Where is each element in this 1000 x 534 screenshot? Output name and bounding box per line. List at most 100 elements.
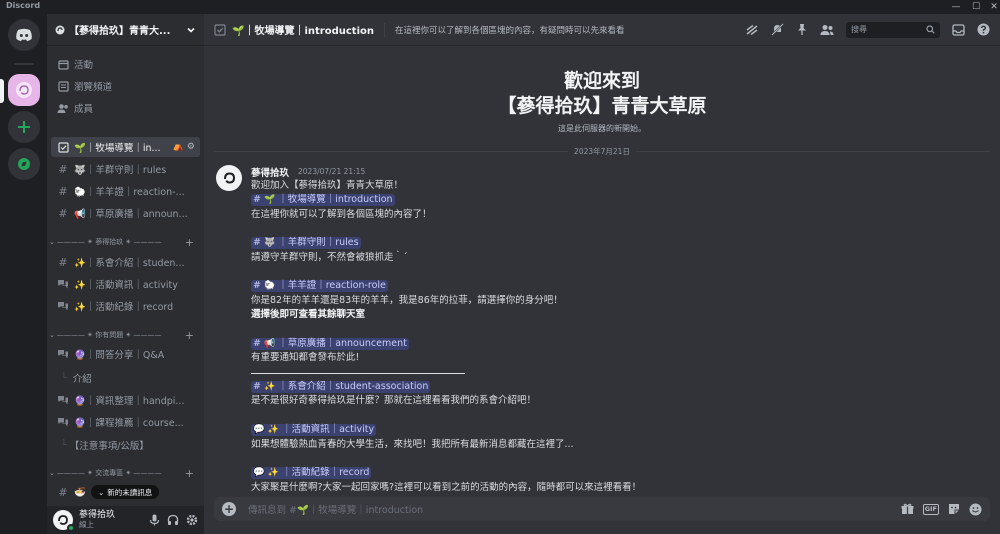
forum-channel-icon [56,395,70,406]
text-channel-icon: # [58,255,68,269]
close-icon[interactable]: ✕ [988,0,1000,14]
forum-mention[interactable]: 💬 ✨ ｜活動資訊｜activity [251,424,377,436]
gear-icon[interactable]: ⚙ [187,142,195,152]
inbox-icon[interactable] [952,23,965,36]
channel-mention[interactable]: # 🐑 ｜羊羊證｜reaction-role [251,280,388,292]
help-icon[interactable] [977,23,990,36]
gif-icon[interactable]: GIF [922,503,939,515]
channel-record[interactable]: ✨｜活動紀錄｜record [51,296,200,316]
new-unread-button[interactable]: ⌄ 新的未讀訊息 [91,485,160,499]
server-avatar-icon[interactable] [8,74,40,106]
message-line: 在這裡你就可以了解到各個區塊的內容了！ [251,209,432,220]
forum-channel-icon [56,417,70,428]
message-line-bold: 選擇後即可查看其餘聊天室 [251,309,366,320]
chevron-down-icon: ⌄ [49,331,55,339]
member-list-icon[interactable] [820,24,834,36]
message-composer[interactable]: + 傳訊息到 #🌱｜牧場導覽｜introduction GIF [214,497,990,521]
divider [383,22,385,37]
add-attachment-icon[interactable]: + [222,502,236,516]
channel-activity[interactable]: ✨｜活動資訊｜activity [51,274,200,294]
message-line: 大家聚是什麼啊?大家一起回家嗎?這裡可以看到之前的活動的內容，隨時都可以來這裡看… [251,482,642,493]
channel-header: 🌱｜牧場導覽｜introduction 在這裡你可以了解到各個區塊的內容，有疑問… [204,14,1000,46]
add-channel-icon[interactable]: + [185,329,194,342]
nav-browse-channels[interactable]: 瀏覽頻道 [51,76,200,96]
chevron-down-icon: ⌄ [49,469,55,477]
minimize-icon[interactable]: — [950,0,962,14]
category-header[interactable]: ⌄ ———— ✴ 你有問題 ✴ ———— + [49,328,200,342]
status-online-icon [67,524,75,532]
nav-members[interactable]: 成員 [51,98,200,118]
message-author[interactable]: 蔘得拾玖 [251,165,289,179]
app-name: Discord [6,1,41,10]
sticker-icon[interactable] [948,503,960,515]
window-title-bar: Discord — ☐ ✕ [0,0,1000,14]
nav-events[interactable]: 活動 [51,54,200,74]
text-channel-icon: # [58,206,68,220]
message-line: 有重要通知都會發布於此! [251,352,360,363]
maximize-icon[interactable]: ☐ [970,0,982,14]
invite-icon[interactable]: ⛺ [173,142,184,152]
channel-introduction[interactable]: 🌱｜牧場導覽｜in... ⛺ ⚙ [51,137,200,157]
message-line: 歡迎加入【蔘得拾玖】青青大草原！ [251,180,404,191]
chevron-down-icon: ⌄ [49,238,55,246]
thread-item[interactable]: └ 介紹 [61,371,92,386]
channel-mention[interactable]: # 🐺 ｜羊群守則｜rules [251,237,361,249]
server-header[interactable]: 【蔘得拾玖】青青大... [47,14,204,46]
forum-mention[interactable]: 💬 ✨ ｜活動紀錄｜record [251,467,372,479]
channel-title: 🌱｜牧場導覽｜introduction [232,26,374,37]
channel-qa[interactable]: 🔮｜問答分享｜Q&A [51,344,200,364]
add-channel-icon[interactable]: + [185,467,194,480]
text-channel-icon: # [58,162,68,176]
message-timestamp: 2023/07/21 21:15 [298,167,366,176]
channel-topic[interactable]: 在這裡你可以了解到各個區塊的內容，有疑問時可以先來看看 [395,24,625,36]
headphones-icon[interactable] [167,514,179,526]
discord-logo-icon[interactable] [8,19,40,51]
calendar-icon [56,59,70,70]
category-header[interactable]: ⌄ ———— ✴ 交流專區 ✴ ———— + [49,466,200,480]
add-channel-icon[interactable]: + [185,236,194,249]
threads-icon[interactable] [745,24,759,36]
microphone-icon[interactable] [149,514,160,526]
rail-separator [14,63,34,65]
members-icon [56,103,70,114]
discover-icon[interactable] [8,148,40,180]
message-line: 你是82年的羊羊還是83年的羊羊，我是86年的拉菲，請選擇你的身分吧！ [251,295,563,306]
welcome-heading: 歡迎來到 [563,70,640,92]
user-panel: 蔘得拾玖 線上 [47,506,204,534]
search-input[interactable]: 搜尋 [846,21,940,38]
thread-item[interactable]: └ 【注意事項/公版】 [61,438,149,453]
avatar[interactable] [216,165,242,191]
chevron-down-icon: ⌄ [98,487,105,497]
category-header[interactable]: ⌄ ———— ✴ 蔘得拾玖 ✴ ———— + [49,235,200,249]
channel-sidebar: 【蔘得拾玖】青青大... 活動 瀏覽頻道 成員 🌱｜牧場導覽｜in... ⛺ ⚙ [47,14,204,534]
forum-channel-icon [56,279,70,290]
selected-server-indicator [0,79,4,103]
text-channel-icon: # [58,184,68,198]
channel-handpick[interactable]: 🔮｜資訊整理｜handpi... [51,390,200,410]
message-list: 歡迎來到 【蔘得拾玖】青青大草原 這是此伺服器的新開始。 2023年7月21日 … [204,47,1000,497]
date-label: 2023年7月21日 [204,146,1000,157]
channel-mention[interactable]: # 📢 ｜草原廣播｜announcement [251,338,409,350]
pin-icon[interactable] [796,23,808,36]
channel-mention[interactable]: # 🌱 ｜牧場導覽｜introduction [251,194,395,206]
channel-mention[interactable]: # ✨ ｜系會介紹｜student-association [251,381,431,393]
message-input[interactable]: 傳訊息到 #🌱｜牧場導覽｜introduction [248,502,901,516]
welcome-subtitle: 這是此伺服器的新開始。 [558,124,646,133]
channel-student-association[interactable]: # ✨｜系會介紹｜studen... [51,252,200,272]
avatar[interactable] [53,510,75,532]
chevron-down-icon[interactable] [186,25,196,35]
gift-icon[interactable] [901,503,914,515]
message-line: 是不是很好奇蔘得拾玖是什麼？那就在這裡看看我們的系會介紹吧！ [251,395,537,406]
gear-icon[interactable] [186,514,198,526]
channel-announcement[interactable]: # 📢｜草原廣播｜announ... [51,203,200,223]
forum-channel-icon [56,301,70,312]
rules-channel-icon [214,23,226,36]
welcome-server-name: 【蔘得拾玖】青青大草原 [497,95,707,117]
channel-reaction-role[interactable]: # 🐑｜羊羊證｜reaction-... [51,181,200,201]
channel-rules[interactable]: # 🐺｜羊群守則｜rules [51,159,200,179]
add-server-icon[interactable] [8,111,40,143]
channel-course[interactable]: 🔮｜課程推薦｜course... [51,412,200,432]
notifications-muted-icon[interactable] [771,23,784,36]
emoji-icon[interactable] [969,503,982,516]
browse-channels-icon [56,80,70,92]
